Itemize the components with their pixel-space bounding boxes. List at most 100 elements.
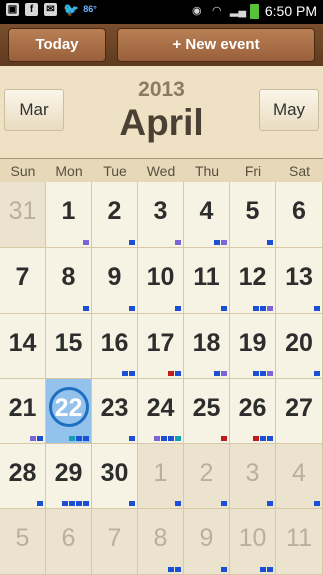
event-markers [129,240,135,245]
event-marker [221,371,227,376]
event-marker [37,501,43,506]
event-marker [267,306,273,311]
day-cell[interactable]: 7 [0,248,46,314]
event-markers [314,306,320,311]
signal-icon: ▂▄ [229,4,247,17]
day-cell[interactable]: 11 [276,509,323,575]
day-cell[interactable]: 3 [230,444,276,509]
day-cell[interactable]: 2 [184,444,230,509]
event-marker [122,371,128,376]
day-cell[interactable]: 31 [0,182,46,248]
event-marker [253,306,259,311]
next-month-button[interactable]: May [259,89,319,131]
weekday-tue: Tue [103,163,127,179]
day-number: 9 [107,263,122,291]
day-cell[interactable]: 19 [230,314,276,379]
day-cell[interactable]: 13 [276,248,323,314]
day-cell[interactable]: 8 [138,509,184,575]
day-cell[interactable]: 28 [0,444,46,509]
day-cell[interactable]: 11 [184,248,230,314]
day-cell[interactable]: 9 [184,509,230,575]
today-button[interactable]: Today [8,28,106,62]
day-cell[interactable]: 25 [184,379,230,444]
day-number: 16 [100,329,129,357]
day-number: 19 [238,329,267,357]
event-marker [129,306,135,311]
event-marker [260,567,266,572]
day-number: 28 [8,459,37,487]
day-number: 3 [245,459,260,487]
day-cell[interactable]: 30 [92,444,138,509]
event-markers [168,371,181,376]
day-number: 5 [15,524,30,552]
day-cell[interactable]: 15 [46,314,92,379]
day-number: 10 [146,263,175,291]
event-markers [221,436,227,441]
day-cell[interactable]: 3 [138,182,184,248]
day-number: 9 [199,524,214,552]
day-cell[interactable]: 21 [0,379,46,444]
day-cell[interactable]: 1 [138,444,184,509]
new-event-button[interactable]: + New event [117,28,315,62]
day-cell[interactable]: 29 [46,444,92,509]
event-marker [221,240,227,245]
day-cell[interactable]: 6 [46,509,92,575]
day-cell[interactable]: 7 [92,509,138,575]
event-marker [267,371,273,376]
event-markers [129,501,135,506]
day-cell[interactable]: 18 [184,314,230,379]
day-cell[interactable]: 26 [230,379,276,444]
day-cell[interactable]: 10 [230,509,276,575]
event-markers [221,306,227,311]
event-markers [314,501,320,506]
day-cell[interactable]: 2 [92,182,138,248]
day-cell[interactable]: 4 [276,444,323,509]
day-cell[interactable]: 1 [46,182,92,248]
day-number: 15 [54,329,83,357]
event-marker [62,501,68,506]
day-cell[interactable]: 14 [0,314,46,379]
event-marker [214,371,220,376]
event-markers [221,501,227,506]
event-markers [168,567,181,572]
event-marker [267,436,273,441]
day-cell[interactable]: 9 [92,248,138,314]
weekday-sat: Sat [288,163,310,179]
day-cell[interactable]: 4 [184,182,230,248]
event-markers [154,436,181,441]
day-number: 21 [8,394,37,422]
day-cell[interactable]: 27 [276,379,323,444]
day-number: 17 [146,329,175,357]
day-cell[interactable]: 23 [92,379,138,444]
toolbar: Today + New event [0,24,323,66]
event-markers [30,436,43,441]
day-cell[interactable]: 24 [138,379,184,444]
event-marker [175,501,181,506]
day-cell[interactable]: 20 [276,314,323,379]
day-cell[interactable]: 17 [138,314,184,379]
weekday-sun: Sun [10,163,36,179]
event-marker [154,436,160,441]
day-cell[interactable]: 10 [138,248,184,314]
event-markers [253,306,273,311]
clock: 6:50 PM [264,3,317,19]
eye-icon: ◉ [192,4,202,17]
month-grid: 31 1 2 3 4 5 6 7 8 9 10 11 12 13 14 15 16 17 18 19 20 21 22 23 2… [0,182,323,575]
system-icons: ◉ ◠ ▂▄ 6:50 PM [190,3,317,19]
day-cell[interactable]: 5 [230,182,276,248]
event-marker [314,371,320,376]
day-cell[interactable]: 12 [230,248,276,314]
day-cell-today[interactable]: 22 [46,379,92,444]
mail-icon: ✉ [44,3,57,16]
day-number: 6 [292,197,306,225]
event-marker [129,436,135,441]
day-cell[interactable]: 8 [46,248,92,314]
event-marker [175,240,181,245]
day-cell[interactable]: 16 [92,314,138,379]
day-number: 29 [54,459,83,487]
day-number: 8 [153,524,168,552]
day-cell[interactable]: 5 [0,509,46,575]
day-cell[interactable]: 6 [276,182,323,248]
event-markers [69,436,89,441]
event-markers [175,306,181,311]
